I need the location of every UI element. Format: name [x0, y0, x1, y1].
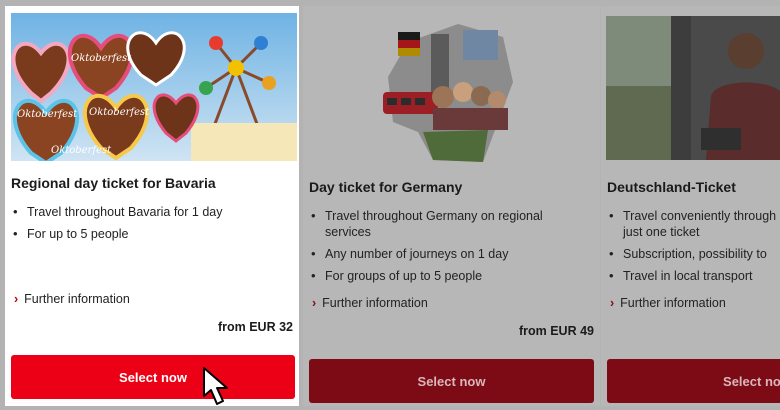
feature-item: Travel conveniently through just one tic…	[607, 208, 780, 240]
ticket-offers-carousel: Oktoberfest Oktoberfest Oktoberfest Okto…	[0, 0, 780, 410]
further-information-link[interactable]: › Further information	[14, 292, 130, 306]
feature-list: Travel throughout Germany on regional se…	[309, 208, 579, 290]
price-label: from EUR 49	[518, 324, 594, 338]
further-information-link[interactable]: › Further information	[312, 296, 428, 310]
feature-item: Subscription, possibility to	[607, 246, 780, 262]
feature-item: Travel throughout Bavaria for 1 day	[11, 204, 291, 220]
oktoberfest-image: Oktoberfest Oktoberfest Oktoberfest Okto…	[11, 13, 297, 161]
svg-text:Oktoberfest: Oktoberfest	[17, 109, 78, 120]
further-information-label: Further information	[620, 296, 726, 310]
further-information-label: Further information	[24, 292, 130, 306]
chevron-right-icon: ›	[312, 296, 317, 310]
ticket-card-germany: Day ticket for Germany Travel throughout…	[303, 6, 600, 406]
feature-list: Travel conveniently through just one tic…	[607, 208, 780, 290]
select-now-button[interactable]: Select now	[309, 359, 594, 403]
chevron-right-icon: ›	[14, 292, 19, 306]
feature-item: For groups of up to 5 people	[309, 268, 579, 284]
further-information-link[interactable]: › Further information	[610, 296, 726, 310]
select-now-button[interactable]: Select now	[607, 359, 780, 403]
feature-item: For up to 5 people	[11, 226, 291, 242]
train-passenger-image	[606, 16, 780, 160]
svg-text:Oktoberfest: Oktoberfest	[71, 53, 132, 64]
further-information-label: Further information	[322, 296, 428, 310]
svg-text:Oktoberfest: Oktoberfest	[89, 107, 150, 118]
pointer-arrow-icon	[203, 367, 228, 405]
feature-list: Travel throughout Bavaria for 1 day For …	[11, 204, 291, 248]
select-now-button[interactable]: Select now	[11, 355, 295, 399]
feature-item: Travel throughout Germany on regional se…	[309, 208, 579, 240]
card-title: Regional day ticket for Bavaria	[11, 175, 216, 191]
svg-text:Oktoberfest: Oktoberfest	[51, 145, 112, 156]
germany-collage-image	[363, 12, 533, 170]
price-label: from EUR 32	[217, 320, 293, 334]
card-title: Deutschland-Ticket	[607, 179, 736, 195]
ticket-card-bavaria: Oktoberfest Oktoberfest Oktoberfest Okto…	[5, 6, 299, 406]
feature-item: Any number of journeys on 1 day	[309, 246, 579, 262]
feature-item: Travel in local transport	[607, 268, 780, 284]
ticket-card-deutschland: Deutschland-Ticket Travel conveniently t…	[601, 6, 780, 406]
card-title: Day ticket for Germany	[309, 179, 463, 195]
chevron-right-icon: ›	[610, 296, 615, 310]
